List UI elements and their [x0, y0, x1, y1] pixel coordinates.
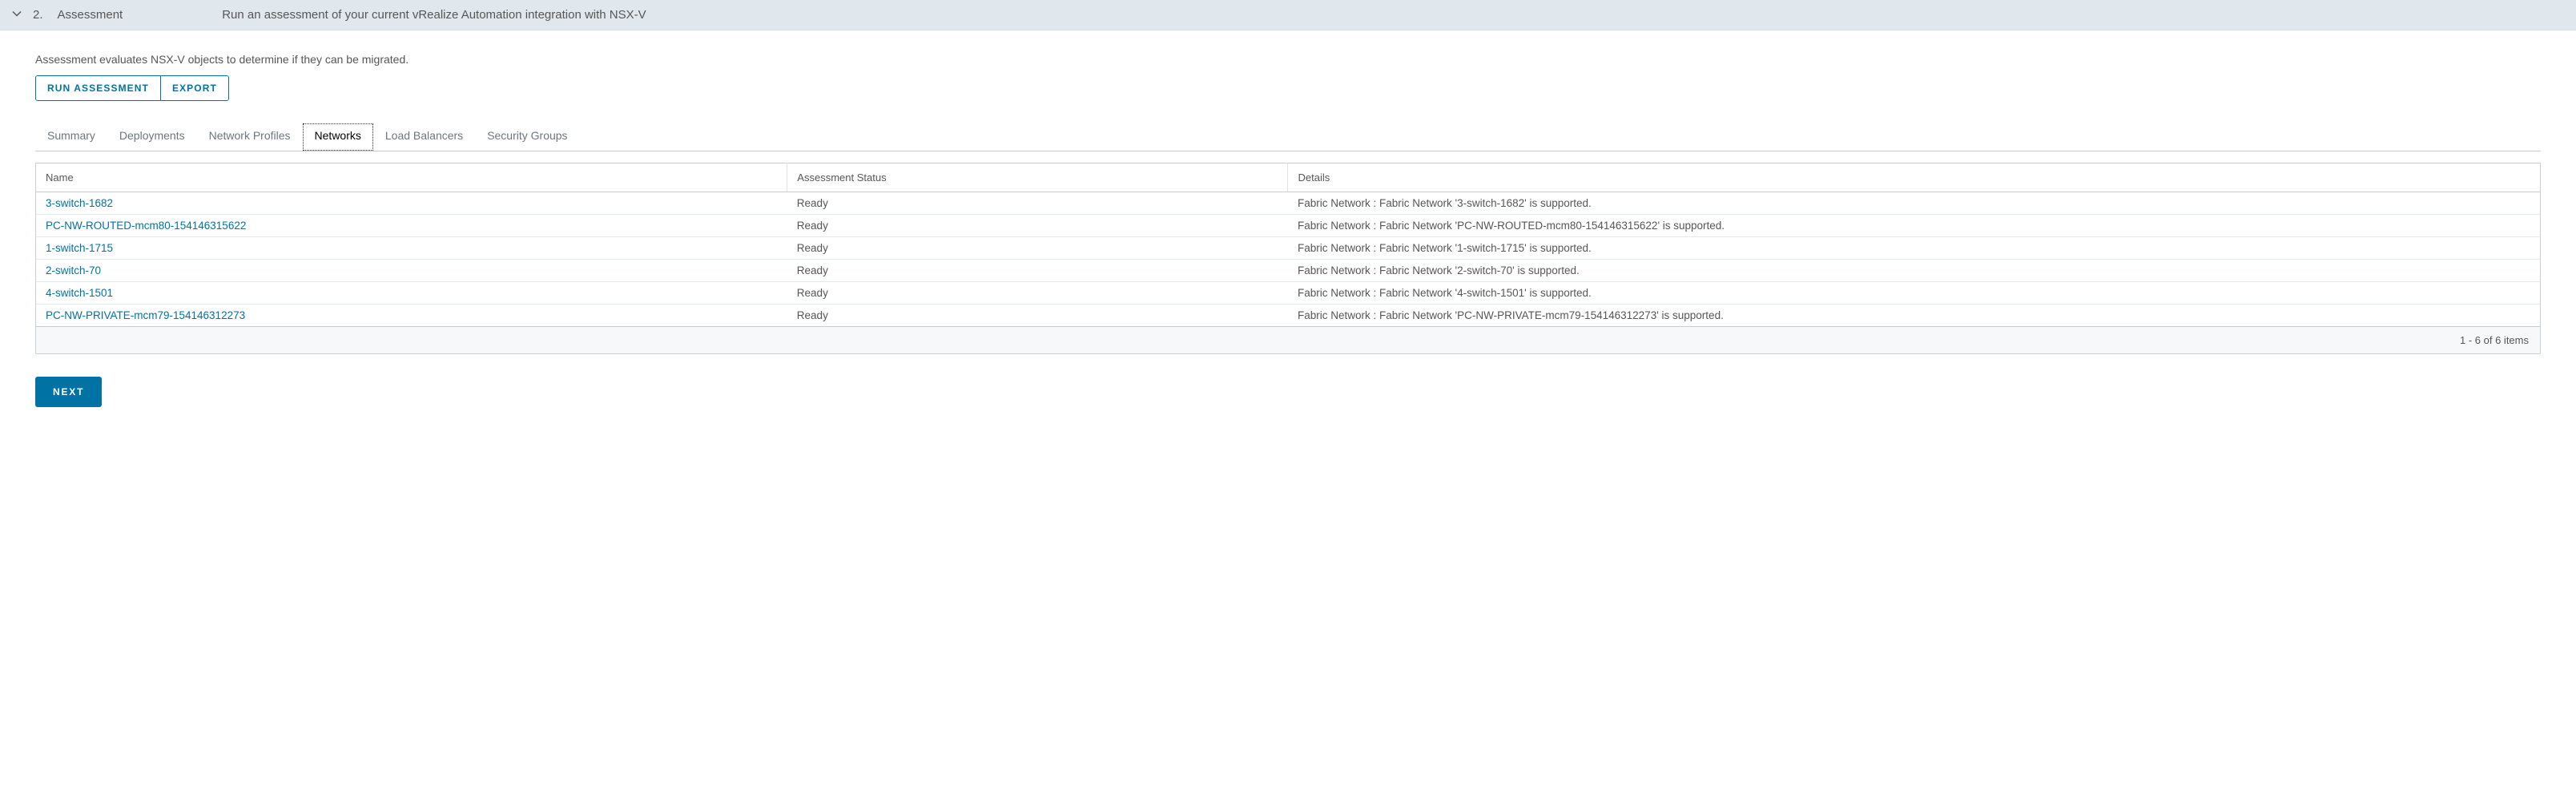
table-footer: 1 - 6 of 6 items [36, 326, 2540, 353]
assessment-status-cell: Ready [787, 192, 1288, 215]
table-row: 1-switch-1715 ReadyFabric Network : Fabri… [36, 237, 2540, 260]
networks-table: Name Assessment Status Details 3-switch-… [36, 163, 2540, 326]
assessment-status-cell: Ready [787, 237, 1288, 260]
network-name-link[interactable]: PC-NW-ROUTED-mcm80-154146315622 [46, 220, 246, 232]
details-cell: Fabric Network : Fabric Network '1-switc… [1288, 237, 2540, 260]
network-name-link[interactable]: 4-switch-1501 [46, 287, 113, 299]
column-header-name[interactable]: Name [36, 163, 787, 192]
table-row: PC-NW-PRIVATE-mcm79-154146312273 ReadyFab… [36, 305, 2540, 327]
details-cell: Fabric Network : Fabric Network '2-switc… [1288, 260, 2540, 282]
network-name-link[interactable]: 1-switch-1715 [46, 242, 113, 254]
network-name-link[interactable]: 2-switch-70 [46, 264, 101, 276]
network-name-link[interactable]: PC-NW-PRIVATE-mcm79-154146312273 [46, 309, 245, 321]
tab-networks[interactable]: Networks [303, 123, 373, 151]
export-button[interactable]: EXPORT [160, 76, 228, 100]
column-header-details[interactable]: Details [1288, 163, 2540, 192]
networks-table-wrap: Name Assessment Status Details 3-switch-… [35, 163, 2541, 354]
assessment-status-cell: Ready [787, 282, 1288, 305]
details-cell: Fabric Network : Fabric Network 'PC-NW-P… [1288, 305, 2540, 327]
table-row: PC-NW-ROUTED-mcm80-154146315622 ReadyFabr… [36, 215, 2540, 237]
column-header-status[interactable]: Assessment Status [787, 163, 1288, 192]
assessment-status-cell: Ready [787, 260, 1288, 282]
action-button-group: RUN ASSESSMENT EXPORT [35, 75, 229, 101]
tab-security-groups[interactable]: Security Groups [475, 123, 579, 151]
chevron-down-icon[interactable] [12, 9, 22, 21]
assessment-status-cell: Ready [787, 215, 1288, 237]
table-row: 2-switch-70 ReadyFabric Network : Fabric … [36, 260, 2540, 282]
step-title: Assessment [58, 8, 123, 22]
content-area: Assessment evaluates NSX-V objects to de… [0, 30, 2576, 430]
step-header: 2. Assessment Run an assessment of your … [0, 0, 2576, 30]
details-cell: Fabric Network : Fabric Network '4-switc… [1288, 282, 2540, 305]
tab-network-profiles[interactable]: Network Profiles [197, 123, 303, 151]
table-header-row: Name Assessment Status Details [36, 163, 2540, 192]
details-cell: Fabric Network : Fabric Network 'PC-NW-R… [1288, 215, 2540, 237]
intro-text: Assessment evaluates NSX-V objects to de… [35, 53, 2541, 66]
step-description: Run an assessment of your current vReali… [222, 8, 646, 22]
network-name-link[interactable]: 3-switch-1682 [46, 197, 113, 209]
table-row: 3-switch-1682 ReadyFabric Network : Fabri… [36, 192, 2540, 215]
tabs-bar: SummaryDeploymentsNetwork ProfilesNetwor… [35, 123, 2541, 151]
details-cell: Fabric Network : Fabric Network '3-switc… [1288, 192, 2540, 215]
assessment-status-cell: Ready [787, 305, 1288, 327]
tab-deployments[interactable]: Deployments [107, 123, 197, 151]
next-button[interactable]: NEXT [35, 377, 102, 407]
tab-summary[interactable]: Summary [35, 123, 107, 151]
table-row: 4-switch-1501 ReadyFabric Network : Fabri… [36, 282, 2540, 305]
tab-load-balancers[interactable]: Load Balancers [373, 123, 475, 151]
step-number: 2. [33, 8, 43, 22]
run-assessment-button[interactable]: RUN ASSESSMENT [36, 76, 160, 100]
